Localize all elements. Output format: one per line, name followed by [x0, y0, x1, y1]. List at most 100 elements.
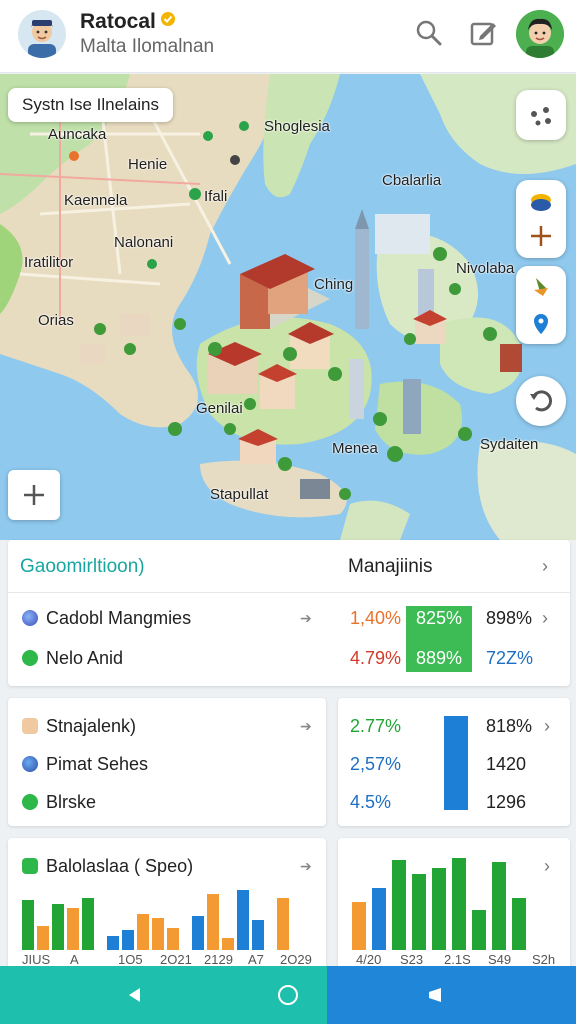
- stats-card: 2.77% 2,57% 4.5% 818% 1420 1296 ›: [338, 698, 570, 826]
- nav-right-section: [327, 966, 576, 1024]
- arrow-right-icon: ➔: [300, 718, 312, 734]
- row-value-3: 898%: [486, 608, 533, 628]
- chart-bar: [392, 860, 406, 950]
- chart-bar: [37, 926, 49, 950]
- arrow-right-icon[interactable]: ➔: [300, 858, 312, 875]
- back-icon[interactable]: [126, 986, 144, 1004]
- profile-avatar[interactable]: [18, 10, 66, 58]
- map-label-menea: Menea: [332, 440, 378, 457]
- card-title-right: Manajiinis: [348, 556, 433, 577]
- chart-bar: [222, 938, 234, 950]
- chart-title: Balolaslaa ( Speo): [46, 856, 194, 876]
- map-label-ching: Ching: [314, 276, 354, 293]
- list-item-label: Stnajalenk): [46, 716, 137, 736]
- map-label-auncaka: Auncaka: [48, 126, 107, 143]
- chat-icon: [22, 858, 38, 874]
- axis-label: A7: [248, 952, 264, 967]
- summary-card: Gaoomirltioon) Manajiinis › Cadobl Mangm…: [8, 540, 570, 686]
- map-controls-group-1: [516, 180, 566, 258]
- row-value-1: 4.79%: [350, 648, 402, 668]
- globe-icon: [22, 610, 38, 626]
- user-avatar[interactable]: [516, 10, 564, 58]
- recents-icon[interactable]: [425, 986, 445, 1004]
- row-value-2: 825%: [416, 608, 463, 628]
- home-icon[interactable]: [277, 984, 299, 1006]
- axis-label: 2O21: [160, 952, 192, 967]
- map-label-nalonani: Nalonani: [114, 234, 174, 251]
- edit-icon[interactable]: [468, 18, 498, 48]
- chart-bar: [452, 858, 466, 950]
- axis-label: S23: [400, 952, 424, 967]
- map-view[interactable]: Systn Ise Ilnelains Shoglesia Auncaka He…: [0, 74, 576, 540]
- chart-bar: [372, 888, 386, 950]
- chevron-right-icon[interactable]: ›: [544, 716, 550, 737]
- chevron-right-icon[interactable]: ›: [542, 556, 548, 577]
- chart-bar: [472, 910, 486, 950]
- verified-badge-icon: [160, 12, 175, 26]
- row-value-2: 889%: [416, 648, 463, 668]
- page-subtitle: Malta Ilomalnan: [80, 36, 215, 57]
- divider: [8, 592, 570, 593]
- chart-bar: [167, 928, 179, 950]
- chart-bar: [107, 936, 119, 950]
- chart-bar: [152, 918, 164, 950]
- map-layer-icon[interactable]: [516, 180, 566, 258]
- axis-label: 1O5: [118, 952, 143, 967]
- axis-label: 4/20: [356, 952, 382, 967]
- map-label-orias: Orias: [38, 312, 74, 329]
- list-item-label: Blrske: [46, 792, 97, 812]
- globe-icon: [22, 756, 38, 772]
- zoom-in-button[interactable]: [8, 470, 60, 520]
- axis-label: S2h: [532, 952, 556, 967]
- chart-bar: [412, 874, 426, 950]
- map-label-shoglesia: Shoglesia: [264, 118, 330, 135]
- search-icon[interactable]: [414, 18, 444, 48]
- chart-bar: [277, 898, 289, 950]
- map-label-sydaiten: Sydaiten: [480, 436, 539, 453]
- chart-bar: [432, 868, 446, 950]
- rotate-button[interactable]: [516, 376, 566, 426]
- map-label-stapullat: Stapullat: [210, 486, 269, 503]
- chart-card-left: Balolaslaa ( Speo) ➔ JIUS A 1O5 2O21 212…: [8, 838, 326, 978]
- system-nav-bar: [0, 966, 576, 1024]
- axis-label: 2O29: [280, 952, 312, 967]
- card-title: Gaoomirltioon): [20, 556, 145, 577]
- stat-value: 4.5%: [350, 792, 392, 812]
- location-pin-icon[interactable]: [516, 266, 566, 344]
- row-label: Cadobl Mangmies: [46, 608, 192, 628]
- chart-bar: [82, 898, 94, 950]
- bar-chart: [22, 890, 289, 950]
- chart-bar: [237, 890, 249, 950]
- refresh-icon: [530, 390, 552, 412]
- person-icon: [22, 718, 38, 734]
- map-search-pill[interactable]: Systn Ise Ilnelains: [8, 88, 174, 122]
- check-circle-icon: [22, 650, 38, 666]
- stat-value-right: 818%: [486, 716, 533, 736]
- chart-bar: [252, 920, 264, 950]
- stat-bar: [444, 716, 468, 810]
- axis-label: 2.1S: [444, 952, 471, 967]
- chart-bar: [352, 902, 366, 950]
- map-label-kaennela: Kaennela: [64, 192, 128, 209]
- map-label-ifali: Ifali: [204, 188, 228, 205]
- row-value-1: 1,40%: [350, 608, 402, 628]
- stat-value-right: 1296: [486, 792, 527, 812]
- stat-value: 2,57%: [350, 754, 402, 774]
- layers-button[interactable]: [516, 90, 566, 140]
- stat-value-right: 1420: [486, 754, 527, 774]
- axis-label: 2129: [204, 952, 233, 967]
- map-label-nivolaba: Nivolaba: [456, 260, 515, 277]
- chart-card-right: › 4/20 S23 2.1S S49 S2h: [338, 838, 570, 978]
- map-label-cbalarlia: Cbalarlia: [382, 172, 442, 189]
- map-controls-group-2: [516, 266, 566, 344]
- stat-value: 2.77%: [350, 716, 402, 736]
- chart-bar: [67, 908, 79, 950]
- app-header: Ratocal Malta Ilomalnan: [0, 0, 576, 73]
- row-value-3: 72Z%: [486, 648, 534, 668]
- chevron-right-icon[interactable]: ›: [542, 608, 548, 629]
- list-card: Stnajalenk) ➔ Pimat Sehes Blrske: [8, 698, 326, 826]
- map-label-iratilitor: Iratilitor: [24, 254, 74, 271]
- map-label-henie: Henie: [128, 156, 168, 173]
- chart-bar: [207, 894, 219, 950]
- arrow-right-icon: ➔: [300, 610, 312, 626]
